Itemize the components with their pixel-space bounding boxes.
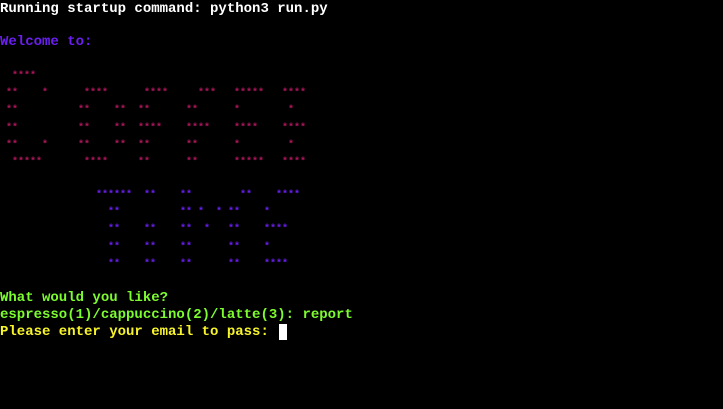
options-prompt: espresso(1)/cappuccino(2)/latte(3): repo… bbox=[0, 307, 353, 323]
welcome-text: Welcome to: bbox=[0, 34, 93, 50]
text-cursor[interactable] bbox=[279, 324, 288, 340]
ascii-art-coffee: **** ** * **** **** *** ***** **** ** **… bbox=[6, 71, 307, 169]
ascii-art-machine: ****** ** ** ** **** ** ** * * ** * ** *… bbox=[96, 190, 301, 270]
question-prompt: What would you like? bbox=[0, 290, 169, 306]
startup-command-line: Running startup command: python3 run.py bbox=[0, 1, 328, 17]
email-prompt-label: Please enter your email to pass: bbox=[0, 324, 278, 340]
email-prompt-line[interactable]: Please enter your email to pass: bbox=[0, 324, 288, 341]
terminal-window[interactable]: Running startup command: python3 run.py … bbox=[0, 0, 723, 409]
